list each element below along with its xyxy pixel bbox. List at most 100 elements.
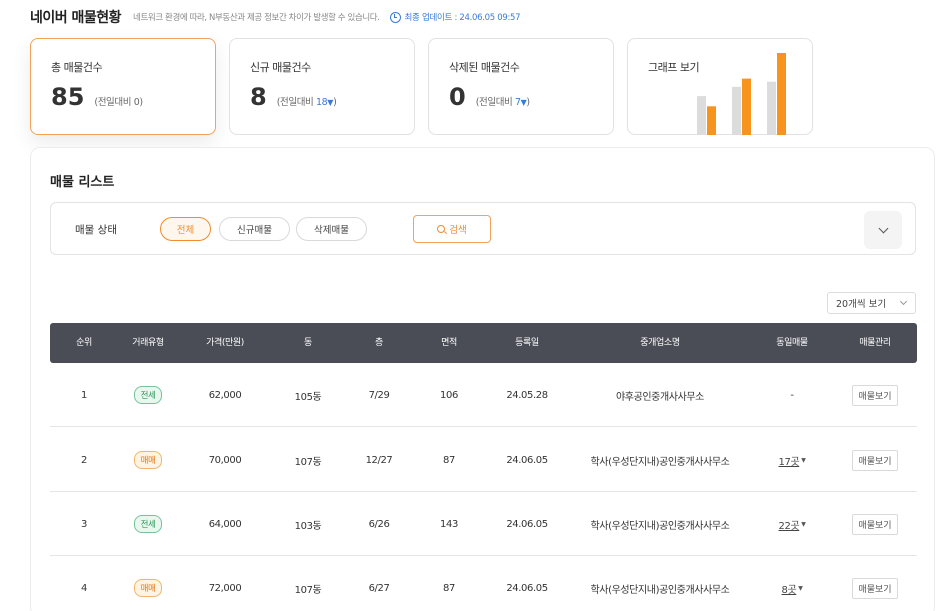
cell-area: 106	[440, 389, 458, 401]
cell-price: 62,000	[208, 389, 242, 401]
card-label: 총 매물건수	[51, 61, 103, 74]
cell-manage: 매물보기	[834, 363, 916, 427]
cell-dong: 107동	[294, 456, 322, 468]
cell-price: 70,000	[208, 454, 242, 466]
gray-bar	[732, 86, 741, 135]
col-type: 거래유형	[132, 338, 164, 348]
orange-bar	[777, 53, 786, 135]
col-dong: 동	[304, 338, 312, 348]
cell-price: 64,000	[208, 518, 242, 530]
table-header: 순위 거래유형 가격(만원) 동 층 면적 등록일 중개업소명 동일매물 매물관…	[50, 323, 917, 363]
card-compare: (전일대비 18▼)	[276, 97, 337, 108]
cell-type: 매매	[118, 556, 178, 611]
network-notice: 네트워크 환경에 따라, N부동산과 제공 정보간 차이가 발생할 수 있습니다…	[133, 13, 380, 23]
cell-type: 매매	[118, 428, 178, 492]
filter-all-button[interactable]: 전체	[160, 217, 211, 241]
cell-rank: 3	[81, 518, 87, 530]
card-label: 신규 매물건수	[250, 61, 311, 74]
cell-date: 24.06.05	[506, 582, 548, 594]
dropdown-triangle-icon: ▼	[798, 584, 803, 592]
table-row: 3 전세 64,000 103동 6/26 143 24.06.05 학사(우성…	[50, 492, 917, 556]
same-listing-link[interactable]: 8곳	[782, 581, 797, 596]
same-listing-link[interactable]: 22곳	[779, 517, 800, 532]
cell-manage: 매물보기	[834, 428, 916, 492]
cell-rank: 4	[81, 582, 87, 594]
cell-area: 87	[443, 582, 455, 594]
col-price: 가격(만원)	[206, 338, 244, 348]
cell-date: 24.06.05	[506, 454, 548, 466]
cell-manage: 매물보기	[834, 492, 916, 556]
view-listing-button[interactable]: 매물보기	[852, 449, 898, 471]
cell-dong: 105동	[294, 391, 322, 403]
cell-same-listing: -	[790, 389, 794, 401]
chevron-down-icon	[899, 297, 908, 306]
gray-bar	[697, 96, 706, 135]
cell-area: 87	[443, 454, 455, 466]
deleted-listings-card[interactable]: 삭제된 매물건수 0 (전일대비 7▼)	[428, 38, 614, 135]
table-row: 2 매매 70,000 107동 12/27 87 24.06.05 학사(우성…	[50, 428, 917, 492]
page-title: 네이버 매물현황	[30, 10, 122, 26]
header-bar: 네이버 매물현황 네트워크 환경에 따라, N부동산과 제공 정보간 차이가 발…	[30, 8, 521, 26]
cell-agency: 야후공인중개사사무소	[615, 391, 704, 403]
cell-floor: 7/29	[368, 389, 390, 401]
cell-agency: 학사(우성단지내)공인중개사사무소	[590, 456, 730, 468]
col-same-listing: 동일매물	[776, 338, 808, 348]
cell-rank: 1	[81, 389, 87, 401]
col-floor: 층	[375, 338, 383, 348]
cell-area: 143	[440, 518, 458, 530]
trade-type-badge: 매매	[133, 451, 163, 469]
cell-date: 24.05.28	[506, 389, 548, 401]
total-listings-card[interactable]: 총 매물건수 85 (전일대비 0)	[30, 38, 216, 135]
new-listings-card[interactable]: 신규 매물건수 8 (전일대비 18▼)	[229, 38, 415, 135]
table-row: 4 매매 72,000 107동 6/27 87 24.06.05 학사(우성단…	[50, 556, 917, 611]
search-icon	[437, 225, 446, 233]
col-manage: 매물관리	[859, 338, 891, 348]
last-update-text: 최종 업데이트 : 24.06.05 09:57	[404, 13, 521, 23]
filter-new-button[interactable]: 신규매물	[219, 217, 290, 241]
col-date: 등록일	[515, 338, 539, 348]
cell-dong: 103동	[294, 520, 322, 532]
last-update: 최종 업데이트 : 24.06.05 09:57	[389, 11, 521, 23]
view-listing-button[interactable]: 매물보기	[852, 577, 898, 599]
per-page-select[interactable]: 20개씩 보기	[827, 292, 916, 314]
cell-dong: 107동	[294, 584, 322, 596]
filter-label: 매물 상태	[75, 224, 117, 236]
card-compare: (전일대비 7▼)	[475, 97, 530, 108]
orange-bar	[707, 106, 716, 135]
clock-icon	[389, 11, 401, 23]
chevron-down-icon	[878, 223, 888, 233]
dropdown-triangle-icon: ▼	[801, 520, 806, 528]
list-title: 매물 리스트	[50, 175, 115, 190]
card-value: 0	[449, 83, 466, 111]
cell-floor: 6/27	[368, 582, 390, 594]
trade-type-badge: 전세	[133, 515, 163, 533]
view-listing-button[interactable]: 매물보기	[852, 384, 898, 406]
graph-view-card[interactable]: 그래프 보기	[627, 38, 813, 135]
search-button[interactable]: 검색	[413, 215, 491, 243]
trade-type-badge: 매매	[133, 579, 163, 597]
search-label: 검색	[449, 225, 467, 236]
trade-type-badge: 전세	[133, 386, 163, 404]
cell-agency: 학사(우성단지내)공인중개사사무소	[590, 584, 730, 596]
cell-agency: 학사(우성단지내)공인중개사사무소	[590, 520, 730, 532]
card-compare: (전일대비 0)	[94, 97, 143, 108]
cell-same-listing[interactable]: 8곳 ▼	[750, 556, 834, 611]
same-listing-link[interactable]: 17곳	[779, 453, 800, 468]
filter-deleted-button[interactable]: 삭제매물	[296, 217, 367, 241]
dropdown-triangle-icon: ▼	[801, 456, 806, 464]
expand-filter-button[interactable]	[864, 211, 902, 249]
table-row: 1 전세 62,000 105동 7/29 106 24.05.28 야후공인중…	[50, 363, 917, 427]
card-label: 삭제된 매물건수	[449, 61, 520, 74]
col-agency: 중개업소명	[640, 338, 680, 348]
cell-floor: 6/26	[368, 518, 390, 530]
cell-floor: 12/27	[365, 454, 393, 466]
cell-price: 72,000	[208, 582, 242, 594]
card-value: 8	[250, 83, 267, 111]
view-listing-button[interactable]: 매물보기	[852, 513, 898, 535]
cell-type: 전세	[118, 363, 178, 427]
filter-box: 매물 상태 전체 신규매물 삭제매물 검색	[50, 202, 916, 255]
cell-same-listing[interactable]: 17곳 ▼	[750, 428, 834, 492]
cell-rank: 2	[81, 454, 87, 466]
gray-bar	[767, 81, 776, 135]
cell-same-listing[interactable]: 22곳 ▼	[750, 492, 834, 556]
